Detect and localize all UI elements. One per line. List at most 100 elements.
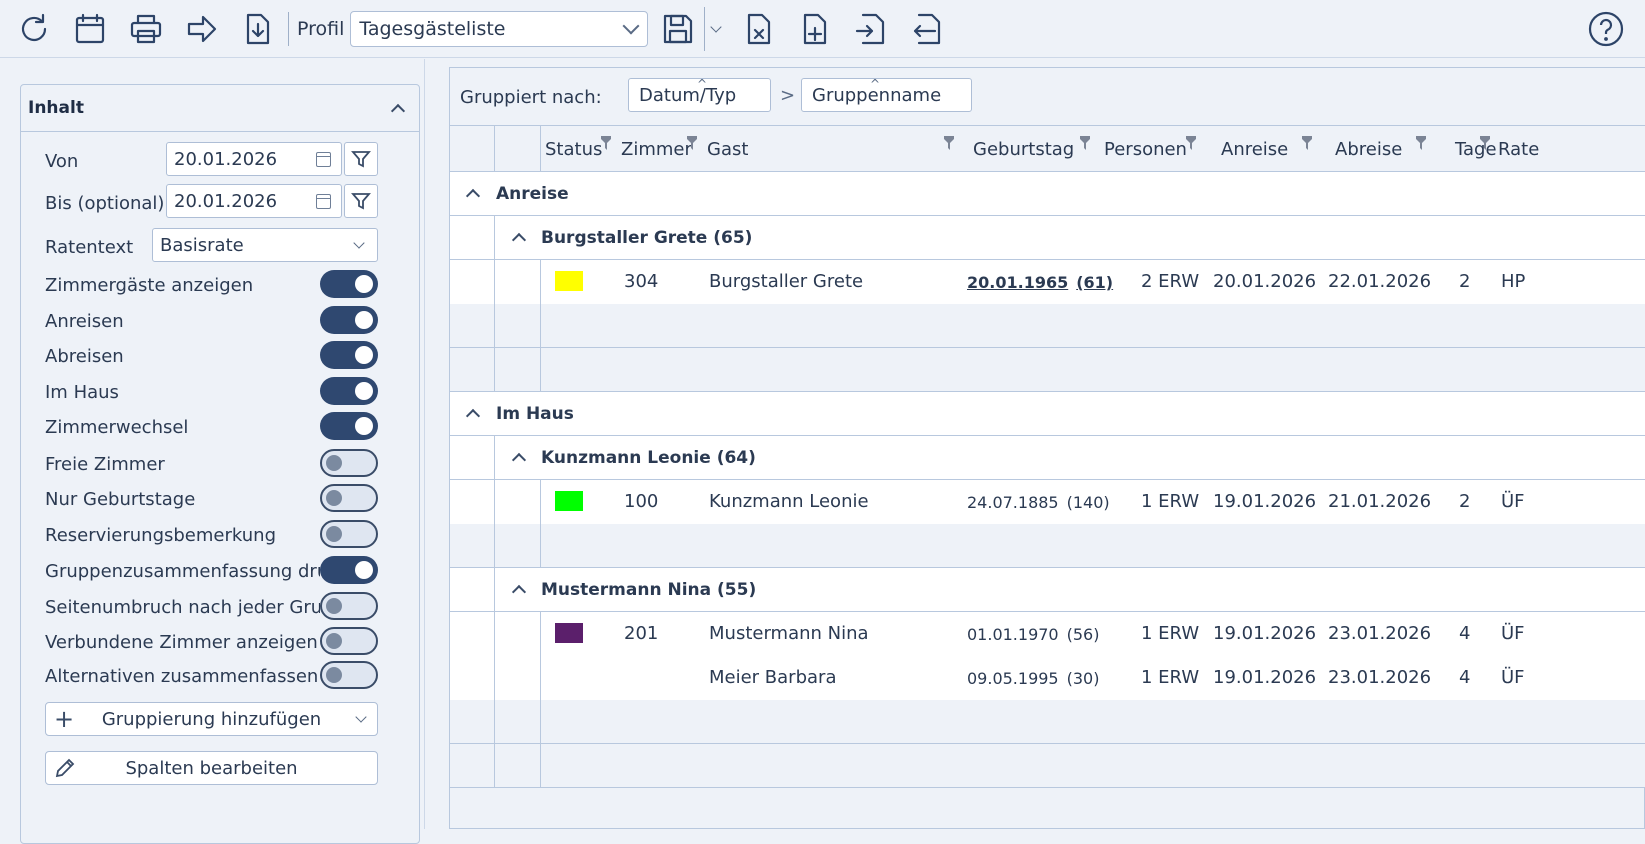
table-row[interactable]: 100 Kunzmann Leonie 24.07.1885 (140) 1 ERW 19… <box>450 480 1645 524</box>
file-import-icon[interactable] <box>851 9 891 49</box>
von-date-input[interactable]: 20.01.2026 <box>166 142 342 176</box>
profil-select[interactable]: Tagesgästeliste <box>350 10 649 47</box>
status-color-swatch <box>555 271 583 291</box>
calendar-icon[interactable] <box>316 194 331 209</box>
file-export-icon[interactable] <box>907 9 947 49</box>
save-split-separator <box>704 6 706 51</box>
geburtstag-cell: 20.01.1965 (61) <box>967 273 1113 292</box>
column-divider <box>540 700 541 744</box>
bis-date-value: 20.01.2026 <box>174 190 278 212</box>
chevron-up-icon[interactable] <box>511 232 527 248</box>
geburtstag-age[interactable]: (61) <box>1076 273 1113 292</box>
subgroup-footer-row <box>450 304 1645 348</box>
zimmer-cell: 100 <box>624 491 659 512</box>
geburtstag-age: (30) <box>1066 669 1100 688</box>
column-header-geburtstag[interactable]: Geburtstag <box>973 139 1074 160</box>
grouping-chip-gruppenname[interactable]: ^ Gruppenname <box>801 77 972 112</box>
subgroup-header-row[interactable]: Kunzmann Leonie (64) <box>450 436 1645 480</box>
von-filter-button[interactable] <box>344 142 378 176</box>
rate-cell: ÜF <box>1501 667 1525 688</box>
toggle-switch[interactable] <box>320 270 378 298</box>
column-header-zimmer[interactable]: Zimmer <box>621 139 692 160</box>
print-icon[interactable] <box>126 9 166 49</box>
anreise-cell: 19.01.2026 <box>1213 491 1317 512</box>
chevron-up-icon[interactable] <box>511 452 527 468</box>
chevron-up-icon[interactable] <box>465 408 481 424</box>
table-row[interactable]: 201 Mustermann Nina 01.01.1970 (56) 1 ERW 19.… <box>450 612 1645 656</box>
calendar-icon[interactable] <box>70 9 110 49</box>
rate-cell: HP <box>1501 271 1526 292</box>
subgroup-header-row[interactable]: Mustermann Nina (55) <box>450 568 1645 612</box>
bis-filter-button[interactable] <box>344 184 378 218</box>
toggle-switch[interactable] <box>320 592 378 620</box>
column-filter-icon[interactable] <box>1302 136 1312 150</box>
abreise-cell: 21.01.2026 <box>1328 491 1432 512</box>
column-header-gast[interactable]: Gast <box>707 139 748 160</box>
group-title: Im Haus <box>496 404 574 424</box>
chevron-up-icon[interactable] <box>390 103 406 119</box>
toggle-switch[interactable] <box>320 377 378 405</box>
toggle-switch[interactable] <box>320 661 378 689</box>
column-filter-icon[interactable] <box>1416 136 1426 150</box>
toggle-switch[interactable] <box>320 520 378 548</box>
toggle-switch[interactable] <box>320 484 378 512</box>
geburtstag-date[interactable]: 20.01.1965 <box>967 273 1068 292</box>
group-footer-row <box>450 348 1645 392</box>
bis-date-input[interactable]: 20.01.2026 <box>166 184 342 218</box>
column-filter-icon[interactable] <box>687 136 697 150</box>
save-dropdown-chevron-icon[interactable] <box>709 9 723 49</box>
file-plus-icon[interactable] <box>795 9 835 49</box>
column-header-abreise[interactable]: Abreise <box>1335 139 1402 160</box>
table-row[interactable]: Meier Barbara 09.05.1995 (30) 1 ERW 19.01.20… <box>450 656 1645 700</box>
column-filter-icon[interactable] <box>1080 136 1090 150</box>
calendar-icon[interactable] <box>316 152 331 167</box>
pencil-icon <box>55 758 75 778</box>
column-header-personen[interactable]: Personen <box>1104 139 1187 160</box>
toggle-switch[interactable] <box>320 556 378 584</box>
ratentext-select[interactable]: Basisrate <box>152 228 378 262</box>
group-footer-row <box>450 744 1645 788</box>
toggle-switch[interactable] <box>320 627 378 655</box>
column-filter-icon[interactable] <box>601 136 611 150</box>
chevron-up-icon[interactable] <box>465 188 481 204</box>
add-grouping-button[interactable]: + Gruppierung hinzufügen <box>45 702 378 736</box>
column-filter-icon[interactable] <box>1186 136 1196 150</box>
save-icon[interactable] <box>658 9 698 49</box>
toggle-switch[interactable] <box>320 412 378 440</box>
ratentext-value: Basisrate <box>160 234 244 256</box>
toggle-label: Im Haus <box>45 382 119 403</box>
column-filter-icon[interactable] <box>1480 136 1490 150</box>
group-header-row[interactable]: Im Haus <box>450 392 1645 436</box>
column-header-status[interactable]: Status <box>545 139 602 160</box>
chevron-down-icon <box>353 237 365 249</box>
panel-title: Inhalt <box>28 98 84 118</box>
column-filter-icon[interactable] <box>944 136 954 150</box>
refresh-icon[interactable] <box>14 9 54 49</box>
column-header-tage[interactable]: Tage <box>1455 139 1497 160</box>
geburtstag-date: 01.01.1970 <box>967 625 1059 644</box>
plus-icon: + <box>54 705 75 733</box>
column-header-rate[interactable]: Rate <box>1498 139 1539 160</box>
download-icon[interactable] <box>238 9 278 49</box>
toggle-switch[interactable] <box>320 341 378 369</box>
column-header-anreise[interactable]: Anreise <box>1221 139 1288 160</box>
tage-cell: 4 <box>1459 623 1471 644</box>
zimmer-cell: 304 <box>624 271 659 292</box>
table-row[interactable]: 304 Burgstaller Grete 20.01.1965 (61) 2 ERW 2… <box>450 260 1645 304</box>
tage-cell: 4 <box>1459 667 1471 688</box>
help-icon[interactable] <box>1587 10 1625 52</box>
chevron-up-icon[interactable] <box>511 584 527 600</box>
toggle-label: Nur Geburtstage <box>45 489 196 510</box>
edit-columns-button[interactable]: Spalten bearbeiten <box>45 751 378 785</box>
toggle-switch[interactable] <box>320 306 378 334</box>
excel-x-icon[interactable] <box>739 9 779 49</box>
forward-icon[interactable] <box>182 9 222 49</box>
toggle-label: Seitenumbruch nach jeder Grupp <box>45 597 320 618</box>
inhalt-panel-header[interactable]: Inhalt <box>21 85 419 132</box>
personen-cell: 2 ERW <box>1141 271 1200 292</box>
group-header-row[interactable]: Anreise <box>450 172 1645 216</box>
status-color-swatch <box>555 623 583 643</box>
toggle-switch[interactable] <box>320 449 378 477</box>
subgroup-header-row[interactable]: Burgstaller Grete (65) <box>450 216 1645 260</box>
grouping-chip-datum-typ[interactable]: ^ Datum/Typ <box>628 77 771 112</box>
